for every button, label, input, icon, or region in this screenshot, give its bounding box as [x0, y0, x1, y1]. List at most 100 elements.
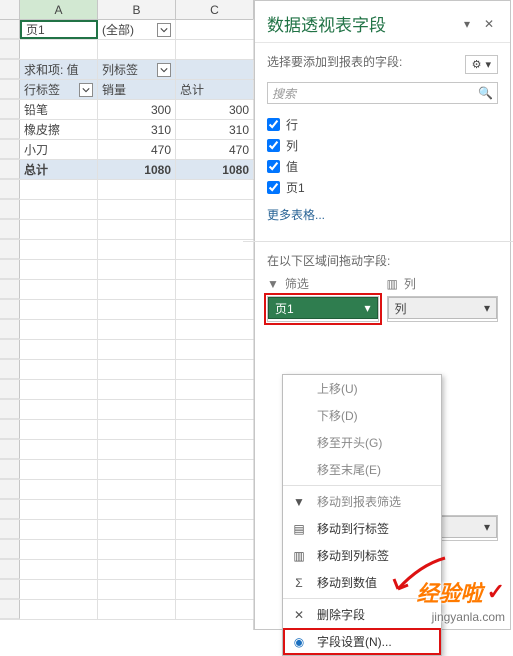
- grand-col-header[interactable]: 总计: [176, 80, 254, 99]
- row-header[interactable]: [0, 240, 20, 259]
- cell[interactable]: [98, 360, 176, 379]
- row-header[interactable]: [0, 460, 20, 479]
- grand-row-label[interactable]: 总计: [20, 160, 98, 179]
- cell[interactable]: [176, 460, 254, 479]
- cell[interactable]: [98, 540, 176, 559]
- cell[interactable]: [98, 320, 176, 339]
- cell-page-label[interactable]: 页1: [20, 20, 98, 39]
- data-row-total[interactable]: 300: [176, 100, 254, 119]
- select-all-corner[interactable]: [0, 0, 20, 19]
- cell[interactable]: [176, 540, 254, 559]
- menu-move-down[interactable]: 下移(D): [283, 402, 441, 429]
- row-header[interactable]: [0, 120, 20, 139]
- col-header-a[interactable]: A: [20, 0, 98, 19]
- row-header[interactable]: [0, 440, 20, 459]
- cell[interactable]: [20, 420, 98, 439]
- row-header[interactable]: [0, 140, 20, 159]
- cell[interactable]: [98, 600, 176, 619]
- cell[interactable]: [176, 360, 254, 379]
- data-row-label[interactable]: 橡皮擦: [20, 120, 98, 139]
- cell[interactable]: [20, 460, 98, 479]
- cell[interactable]: [98, 480, 176, 499]
- cell[interactable]: [98, 400, 176, 419]
- row-header[interactable]: [0, 560, 20, 579]
- field-checkbox[interactable]: [267, 181, 280, 194]
- cell[interactable]: [98, 220, 176, 239]
- cell[interactable]: [176, 60, 254, 79]
- cell[interactable]: [20, 500, 98, 519]
- field-checkbox[interactable]: [267, 139, 280, 152]
- cell-empty[interactable]: [176, 20, 254, 39]
- pane-dropdown-icon[interactable]: ▾: [458, 17, 476, 31]
- row-header[interactable]: [0, 20, 20, 39]
- cell[interactable]: [176, 420, 254, 439]
- col-header-b[interactable]: B: [98, 0, 176, 19]
- cell[interactable]: [20, 260, 98, 279]
- cell[interactable]: [20, 360, 98, 379]
- cell[interactable]: [176, 220, 254, 239]
- cell[interactable]: [98, 460, 176, 479]
- cell[interactable]: [98, 560, 176, 579]
- cell[interactable]: [176, 380, 254, 399]
- cell[interactable]: [20, 480, 98, 499]
- cell[interactable]: [176, 260, 254, 279]
- cell[interactable]: [20, 300, 98, 319]
- cell[interactable]: [20, 400, 98, 419]
- cell[interactable]: [176, 340, 254, 359]
- cell[interactable]: [98, 580, 176, 599]
- row-labels-header[interactable]: 行标签: [20, 80, 98, 99]
- cell[interactable]: [176, 480, 254, 499]
- cell[interactable]: [176, 40, 254, 59]
- data-row-label[interactable]: 铅笔: [20, 100, 98, 119]
- cell[interactable]: [98, 240, 176, 259]
- more-tables-link[interactable]: 更多表格...: [267, 206, 498, 223]
- cell[interactable]: [20, 180, 98, 199]
- row-header[interactable]: [0, 580, 20, 599]
- cell[interactable]: [176, 580, 254, 599]
- cell[interactable]: [98, 280, 176, 299]
- row-header[interactable]: [0, 60, 20, 79]
- data-row-val[interactable]: 300: [98, 100, 176, 119]
- menu-to-vals[interactable]: Σ 移动到数值: [283, 569, 441, 596]
- cell[interactable]: [20, 560, 98, 579]
- cell[interactable]: [176, 300, 254, 319]
- data-col-header[interactable]: 销量: [98, 80, 176, 99]
- field-item-col[interactable]: 列: [267, 135, 498, 156]
- area-filter-well[interactable]: 页1 ▾: [267, 296, 379, 322]
- cell[interactable]: [20, 220, 98, 239]
- field-item-val[interactable]: 值: [267, 156, 498, 177]
- field-item-page1[interactable]: 页1: [267, 177, 498, 198]
- cell[interactable]: [20, 520, 98, 539]
- cell[interactable]: [20, 600, 98, 619]
- row-header[interactable]: [0, 80, 20, 99]
- grand-total[interactable]: 1080: [176, 160, 254, 179]
- cell[interactable]: [176, 240, 254, 259]
- cell[interactable]: [176, 200, 254, 219]
- grand-val[interactable]: 1080: [98, 160, 176, 179]
- row-header[interactable]: [0, 500, 20, 519]
- cell[interactable]: [98, 260, 176, 279]
- cell[interactable]: [98, 500, 176, 519]
- cell-page-value[interactable]: (全部): [98, 20, 176, 39]
- menu-to-cols[interactable]: ▥ 移动到列标签: [283, 542, 441, 569]
- row-header[interactable]: [0, 180, 20, 199]
- cell[interactable]: [176, 180, 254, 199]
- data-row-total[interactable]: 470: [176, 140, 254, 159]
- row-header[interactable]: [0, 400, 20, 419]
- col-header-c[interactable]: C: [176, 0, 254, 19]
- data-row-label[interactable]: 小刀: [20, 140, 98, 159]
- cell[interactable]: [176, 520, 254, 539]
- row-header[interactable]: [0, 540, 20, 559]
- cell[interactable]: [20, 440, 98, 459]
- cell[interactable]: [98, 380, 176, 399]
- row-labels-dropdown-icon[interactable]: [79, 83, 93, 97]
- cell[interactable]: [176, 400, 254, 419]
- cell[interactable]: [20, 320, 98, 339]
- menu-remove-field[interactable]: ✕ 删除字段: [283, 601, 441, 628]
- data-row-val[interactable]: 470: [98, 140, 176, 159]
- row-header[interactable]: [0, 220, 20, 239]
- cell[interactable]: [98, 300, 176, 319]
- menu-move-end[interactable]: 移至末尾(E): [283, 456, 441, 483]
- field-item-row[interactable]: 行: [267, 114, 498, 135]
- row-header[interactable]: [0, 200, 20, 219]
